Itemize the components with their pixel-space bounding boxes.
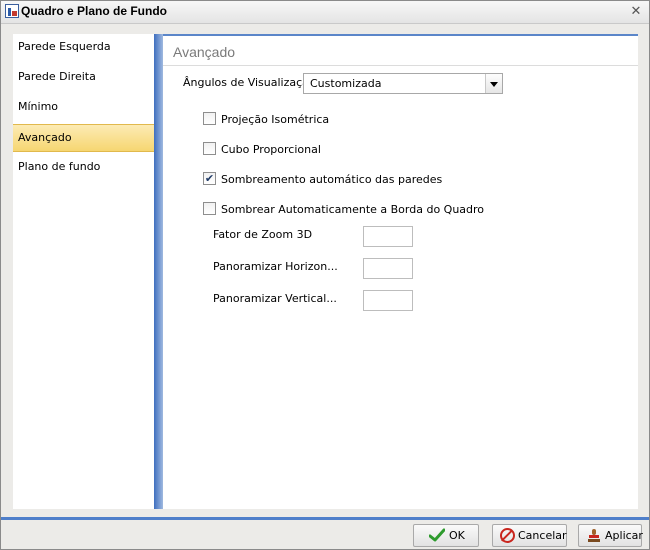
proportional-cube-checkbox[interactable] bbox=[203, 142, 216, 155]
view-angles-select[interactable]: Customizada bbox=[303, 73, 503, 94]
panel-title: Avançado bbox=[173, 44, 236, 60]
panel-divider-strip bbox=[154, 34, 163, 509]
sidebar: Parede Esquerda Parede Direita Mínimo Av… bbox=[13, 34, 154, 509]
chevron-down-icon[interactable] bbox=[485, 74, 502, 93]
pan-horizontal-label: Panoramizar Horizon... bbox=[213, 260, 338, 273]
apply-button[interactable]: Aplicar bbox=[578, 524, 643, 547]
pan-vertical-label: Panoramizar Vertical... bbox=[213, 292, 337, 305]
pan-horizontal-field[interactable] bbox=[365, 260, 411, 277]
window-title: Quadro e Plano de Fundo bbox=[21, 4, 168, 18]
title-bar[interactable]: Quadro e Plano de Fundo ✕ bbox=[1, 1, 649, 24]
stamp-icon bbox=[588, 529, 600, 542]
sidebar-item-label: Plano de fundo bbox=[18, 160, 101, 173]
sidebar-item-plano-de-fundo[interactable]: Plano de fundo bbox=[13, 154, 154, 182]
sidebar-item-avancado[interactable]: Avançado bbox=[13, 124, 154, 152]
no-entry-icon bbox=[500, 528, 515, 543]
dialog-window: Quadro e Plano de Fundo ✕ Parede Esquerd… bbox=[0, 0, 650, 550]
apply-label: Aplicar bbox=[605, 529, 643, 542]
proportional-cube-label[interactable]: Cubo Proporcional bbox=[221, 143, 321, 156]
settings-panel: Avançado Ângulos de Visualização Customi… bbox=[163, 34, 638, 509]
sidebar-item-parede-esquerda[interactable]: Parede Esquerda bbox=[13, 34, 154, 62]
dialog-footer: OK Cancelar Aplicar bbox=[1, 520, 649, 549]
pan-vertical-field[interactable] bbox=[365, 292, 411, 309]
isometric-projection-label[interactable]: Projeção Isométrica bbox=[221, 113, 329, 126]
auto-wall-shading-label[interactable]: Sombreamento automático das paredes bbox=[221, 173, 442, 186]
cancel-button[interactable]: Cancelar bbox=[492, 524, 567, 547]
auto-frame-border-shading-label[interactable]: Sombrear Automaticamente a Borda do Quad… bbox=[221, 203, 484, 216]
pan-vertical-input[interactable] bbox=[363, 290, 413, 311]
ok-button[interactable]: OK bbox=[413, 524, 479, 547]
checkmark-icon bbox=[429, 528, 445, 542]
sidebar-item-minimo[interactable]: Mínimo bbox=[13, 94, 154, 122]
chart-app-icon bbox=[5, 4, 19, 18]
sidebar-item-label: Parede Esquerda bbox=[18, 40, 111, 53]
zoom-3d-label: Fator de Zoom 3D bbox=[213, 228, 313, 241]
close-icon[interactable]: ✕ bbox=[628, 4, 644, 20]
pan-horizontal-input[interactable] bbox=[363, 258, 413, 279]
zoom-3d-field[interactable] bbox=[365, 228, 411, 245]
sidebar-item-label: Mínimo bbox=[18, 100, 59, 113]
sidebar-item-label: Avançado bbox=[18, 131, 72, 144]
sidebar-item-label: Parede Direita bbox=[18, 70, 96, 83]
sidebar-item-parede-direita[interactable]: Parede Direita bbox=[13, 64, 154, 92]
ok-label: OK bbox=[449, 529, 465, 542]
zoom-3d-input[interactable] bbox=[363, 226, 413, 247]
isometric-projection-checkbox[interactable] bbox=[203, 112, 216, 125]
auto-frame-border-shading-checkbox[interactable] bbox=[203, 202, 216, 215]
auto-wall-shading-checkbox[interactable]: ✔ bbox=[203, 172, 216, 185]
title-divider bbox=[163, 65, 638, 66]
view-angles-value: Customizada bbox=[310, 77, 382, 90]
view-angles-label: Ângulos de Visualização bbox=[183, 76, 316, 89]
cancel-label: Cancelar bbox=[518, 529, 567, 542]
